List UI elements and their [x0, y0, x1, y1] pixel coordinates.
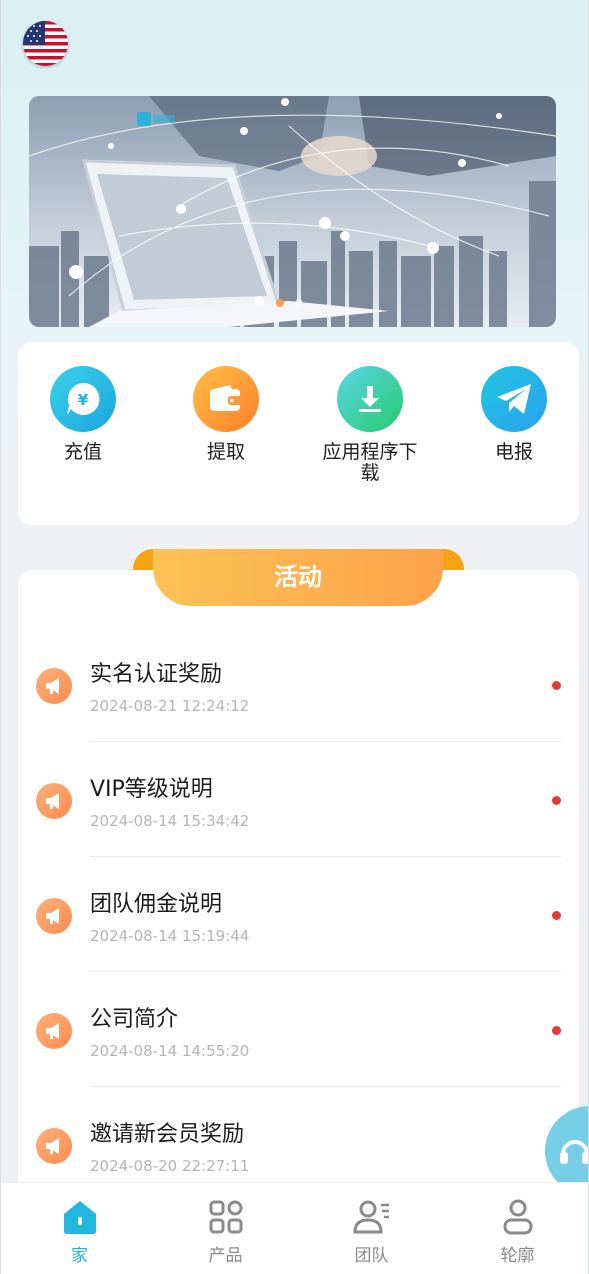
app-download-button[interactable]: 应用程序下载	[305, 366, 435, 484]
activity-header: 活动	[153, 549, 443, 606]
megaphone-icon	[36, 668, 72, 704]
home-page: ¥ 充值 提取 应用程序下载 电报 活动 实名认证奖励 2024-08-21 1…	[0, 0, 589, 1274]
banner-indicator-active[interactable]	[276, 299, 284, 307]
app-download-label: 应用程序下载	[322, 441, 418, 484]
banner-image	[29, 96, 556, 327]
activity-item-title: 实名认证奖励	[90, 662, 223, 687]
activity-item[interactable]: 公司简介 2024-08-14 14:55:20	[18, 972, 579, 1087]
tab-team[interactable]: 团队	[298, 1183, 445, 1274]
telegram-button[interactable]: 电报	[449, 366, 579, 463]
recharge-icon: ¥	[50, 366, 116, 432]
megaphone-icon	[36, 1013, 72, 1049]
recharge-button[interactable]: ¥ 充值	[18, 366, 148, 463]
activity-item[interactable]: 团队佣金说明 2024-08-14 15:19:44	[18, 857, 579, 972]
tab-products[interactable]: 产品	[152, 1183, 299, 1274]
promo-banner[interactable]	[29, 96, 556, 327]
wallet-icon	[193, 366, 259, 432]
activity-item[interactable]: 实名认证奖励 2024-08-21 12:24:12	[18, 627, 579, 742]
activity-item-title: 公司简介	[90, 1007, 179, 1032]
banner-indicator[interactable]	[295, 299, 303, 307]
profile-icon	[503, 1199, 533, 1235]
megaphone-icon	[36, 783, 72, 819]
activity-item-time: 2024-08-14 15:34:42	[90, 812, 250, 830]
team-icon	[353, 1200, 389, 1234]
tab-team-label: 团队	[354, 1246, 389, 1266]
activity-item[interactable]: VIP等级说明 2024-08-14 15:34:42	[18, 742, 579, 857]
activity-item-time: 2024-08-14 14:55:20	[90, 1042, 250, 1060]
recharge-label: 充值	[63, 441, 102, 463]
telegram-label: 电报	[494, 441, 533, 463]
unread-dot	[552, 681, 561, 690]
activity-item-time: 2024-08-14 15:19:44	[90, 927, 250, 945]
unread-dot	[552, 1026, 561, 1035]
grid-icon	[209, 1200, 243, 1234]
us-flag-icon[interactable]	[23, 21, 68, 66]
bottom-tab-bar: 家 产品 团队 轮廓	[1, 1182, 588, 1274]
tab-home-label: 家	[71, 1246, 88, 1266]
activity-item-time: 2024-08-21 12:24:12	[90, 697, 250, 715]
home-icon	[64, 1201, 96, 1234]
tab-products-label: 产品	[208, 1246, 243, 1266]
tab-home[interactable]: 家	[6, 1183, 153, 1274]
tab-profile-label: 轮廓	[500, 1246, 535, 1266]
svg-text:¥: ¥	[78, 391, 89, 409]
megaphone-icon	[36, 1128, 72, 1164]
megaphone-icon	[36, 898, 72, 934]
withdraw-button[interactable]: 提取	[161, 366, 291, 463]
headset-icon	[560, 1140, 588, 1164]
quick-actions-card: ¥ 充值 提取 应用程序下载 电报	[18, 342, 579, 525]
activity-item-title: 邀请新会员奖励	[90, 1122, 245, 1147]
withdraw-label: 提取	[206, 441, 245, 463]
activity-item-time: 2024-08-20 22:27:11	[90, 1157, 250, 1175]
download-icon	[337, 366, 403, 432]
tab-profile[interactable]: 轮廓	[444, 1183, 588, 1274]
unread-dot	[552, 796, 561, 805]
activity-item-title: 团队佣金说明	[90, 892, 223, 917]
activity-title: 活动	[274, 563, 322, 591]
unread-dot	[552, 911, 561, 920]
telegram-icon	[481, 366, 547, 432]
activity-item-title: VIP等级说明	[90, 777, 213, 802]
